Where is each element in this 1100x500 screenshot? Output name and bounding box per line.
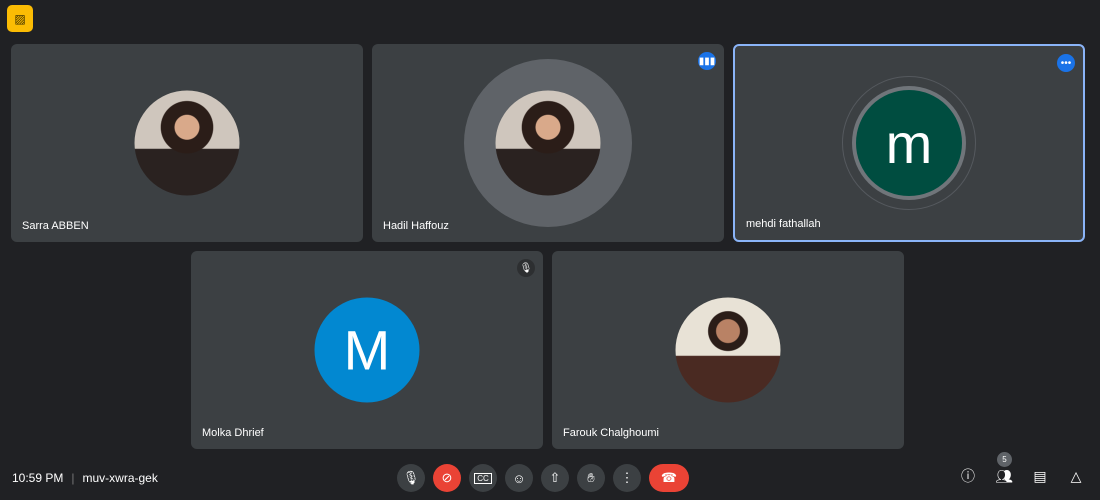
clock: 10:59 PM bbox=[12, 471, 64, 485]
meeting-details-button[interactable]: ⓘ bbox=[958, 466, 978, 486]
activities-button[interactable]: △ bbox=[1066, 466, 1086, 486]
raise-hand-button[interactable]: ✋︎ bbox=[577, 464, 605, 492]
participant-name: Hadil Haffouz bbox=[383, 220, 449, 232]
more-vert-icon: ⋮ bbox=[620, 470, 634, 485]
participant-tile[interactable]: M 🎙 Molka Dhrief bbox=[191, 251, 543, 449]
meeting-info: 10:59 PM | muv-xwra-gek bbox=[12, 471, 158, 485]
more-options-icon[interactable]: ••• bbox=[1057, 54, 1075, 72]
phone-hangup-icon: ☎︎ bbox=[660, 470, 678, 485]
avatar: m bbox=[856, 90, 962, 196]
participant-name: Farouk Chalghoumi bbox=[563, 427, 659, 439]
info-icon: ⓘ bbox=[961, 468, 975, 484]
chat-button[interactable]: ▤ bbox=[1030, 466, 1050, 486]
participant-tile[interactable]: ▮▮▮ Hadil Haffouz bbox=[372, 44, 724, 242]
participant-tile[interactable]: Farouk Chalghoumi bbox=[552, 251, 904, 449]
avatar bbox=[495, 90, 601, 196]
reactions-button[interactable]: ☺ bbox=[505, 464, 533, 492]
participant-tile[interactable]: Sarra ABBEN bbox=[11, 44, 363, 242]
meeting-code: muv-xwra-gek bbox=[82, 471, 158, 485]
captions-button[interactable]: CC bbox=[469, 464, 497, 492]
avatar bbox=[134, 90, 240, 196]
avatar bbox=[675, 297, 781, 403]
present-button[interactable]: ⇧ bbox=[541, 464, 569, 492]
speaking-indicator-icon: ▮▮▮ bbox=[698, 52, 716, 70]
people-button[interactable]: 5 👥︎ bbox=[994, 452, 1014, 486]
chat-icon: ▤ bbox=[1033, 467, 1047, 484]
present-icon: ⇧ bbox=[549, 470, 561, 485]
camera-off-icon: ▨ bbox=[14, 11, 26, 26]
avatar: M bbox=[314, 297, 420, 403]
mic-icon: 🎙︎ bbox=[402, 470, 420, 485]
control-bar: 10:59 PM | muv-xwra-gek 🎙︎ ⊘ CC ☺ ⇧ ✋︎ ⋮ ☎… bbox=[0, 452, 1100, 500]
participant-name: Sarra ABBEN bbox=[22, 220, 89, 232]
hand-icon: ✋︎ bbox=[587, 470, 595, 485]
camera-off-icon: ⊘ bbox=[441, 470, 453, 485]
captions-icon: CC bbox=[474, 472, 492, 484]
camera-off-badge[interactable]: ▨ bbox=[7, 5, 33, 32]
activities-icon: △ bbox=[1070, 467, 1082, 484]
participant-name: Molka Dhrief bbox=[202, 427, 264, 439]
leave-call-button[interactable]: ☎︎ bbox=[649, 464, 689, 492]
participant-tile[interactable]: m ••• mehdi fathallah bbox=[733, 44, 1085, 242]
people-count: 5 bbox=[997, 452, 1012, 467]
more-options-button[interactable]: ⋮ bbox=[613, 464, 641, 492]
mic-button[interactable]: 🎙︎ bbox=[397, 464, 425, 492]
participant-name: mehdi fathallah bbox=[746, 218, 821, 230]
mic-off-icon: 🎙 bbox=[517, 259, 535, 277]
people-icon: 👥︎ bbox=[995, 467, 1013, 484]
emoji-icon: ☺ bbox=[512, 470, 526, 486]
camera-button[interactable]: ⊘ bbox=[433, 464, 461, 492]
